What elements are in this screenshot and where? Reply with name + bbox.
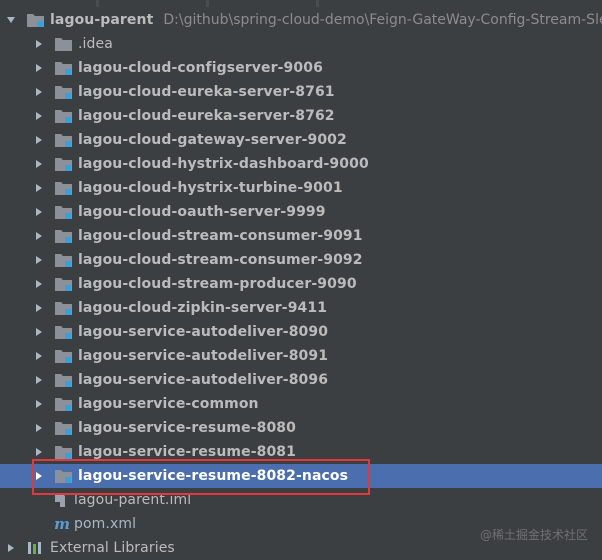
chevron-right-icon[interactable]: [4, 536, 18, 560]
chevron-right-icon[interactable]: [32, 392, 46, 416]
tree-row-label: lagou-service-resume-8081: [78, 444, 296, 460]
project-name: lagou-parent: [50, 12, 154, 28]
tree-row-label: lagou-cloud-oauth-server-9999: [78, 204, 326, 220]
chevron-right-icon[interactable]: [32, 464, 46, 488]
module-folder-icon: [54, 324, 74, 340]
module-folder-icon: [26, 12, 46, 28]
tree-row-label: lagou-service-autodeliver-8096: [78, 372, 329, 388]
module-folder-icon: [54, 204, 74, 220]
project-path: D:\github\spring-cloud-demo\Feign-GateWa…: [163, 12, 602, 28]
chevron-right-icon[interactable]: [32, 368, 46, 392]
chevron-right-icon[interactable]: [32, 176, 46, 200]
tree-row-label: lagou-service-common: [78, 396, 259, 412]
chevron-right-icon[interactable]: [32, 344, 46, 368]
chevron-right-icon[interactable]: [32, 320, 46, 344]
module-folder-icon: [54, 348, 74, 364]
libraries-icon: [26, 540, 46, 556]
iml-file-icon: [52, 492, 68, 508]
module-folder-icon: [54, 108, 74, 124]
chevron-right-icon[interactable]: [32, 416, 46, 440]
tree-row-label: lagou-cloud-gateway-server-9002: [78, 132, 347, 148]
tree-row[interactable]: lagou-service-common: [0, 392, 602, 416]
module-folder-icon: [54, 276, 74, 292]
tree-row[interactable]: lagou-cloud-gateway-server-9002: [0, 128, 602, 152]
module-folder-icon: [54, 300, 74, 316]
tree-row[interactable]: lagou-cloud-stream-consumer-9092: [0, 248, 602, 272]
tree-row[interactable]: lagou-cloud-stream-producer-9090: [0, 272, 602, 296]
tree-row-label: lagou-cloud-stream-producer-9090: [78, 276, 357, 292]
tree-row[interactable]: lagou-cloud-hystrix-dashboard-9000: [0, 152, 602, 176]
tree-row-label: lagou-cloud-configserver-9006: [78, 60, 323, 76]
tree-row-selected[interactable]: lagou-service-resume-8082-nacos: [0, 464, 602, 488]
tree-row-label: lagou-service-resume-8082-nacos: [78, 468, 349, 484]
pom-file-label: pom.xml: [74, 516, 137, 532]
module-folder-icon: [54, 444, 74, 460]
chevron-right-icon[interactable]: [32, 200, 46, 224]
chevron-right-icon[interactable]: [32, 80, 46, 104]
chevron-down-icon[interactable]: [4, 8, 18, 32]
maven-m-icon: m: [54, 515, 70, 533]
external-libraries-label: External Libraries: [50, 540, 175, 556]
tree-row-label: lagou-cloud-eureka-server-8761: [78, 84, 335, 100]
tree-row[interactable]: lagou-cloud-zipkin-server-9411: [0, 296, 602, 320]
tree-row-label: lagou-service-resume-8080: [78, 420, 296, 436]
tree-row[interactable]: lagou-cloud-hystrix-turbine-9001: [0, 176, 602, 200]
top-edge-segment: [96, 0, 99, 7]
tree-row[interactable]: lagou-service-autodeliver-8091: [0, 344, 602, 368]
chevron-right-icon[interactable]: [32, 128, 46, 152]
tree-row[interactable]: lagou-cloud-eureka-server-8762: [0, 104, 602, 128]
tree-root-row[interactable]: lagou-parent D:\github\spring-cloud-demo…: [0, 8, 602, 32]
tree-row-label: lagou-cloud-stream-consumer-9091: [78, 228, 363, 244]
tree-row-label: lagou-cloud-stream-consumer-9092: [78, 252, 363, 268]
top-edge: [0, 0, 602, 7]
tree-row-label: lagou-cloud-eureka-server-8762: [78, 108, 335, 124]
module-folder-icon: [54, 468, 74, 484]
chevron-right-icon[interactable]: [32, 248, 46, 272]
tree-row[interactable]: .idea: [0, 32, 602, 56]
tree-row[interactable]: lagou-cloud-oauth-server-9999: [0, 200, 602, 224]
chevron-right-icon[interactable]: [32, 104, 46, 128]
tree-row-label: lagou-cloud-hystrix-dashboard-9000: [78, 156, 369, 172]
tree-row-label: .idea: [78, 36, 113, 52]
module-folder-icon: [54, 228, 74, 244]
chevron-right-icon[interactable]: [32, 32, 46, 56]
module-folder-icon: [54, 132, 74, 148]
module-folder-icon: [54, 180, 74, 196]
iml-file-label: lagou-parent.iml: [74, 492, 192, 508]
tree-row[interactable]: lagou-cloud-eureka-server-8761: [0, 80, 602, 104]
tree-row-label: lagou-cloud-hystrix-turbine-9001: [78, 180, 343, 196]
chevron-right-icon[interactable]: [32, 56, 46, 80]
tree-row[interactable]: lagou-service-autodeliver-8096: [0, 368, 602, 392]
tree-row[interactable]: lagou-service-autodeliver-8090: [0, 320, 602, 344]
tree-row-label: lagou-service-autodeliver-8090: [78, 324, 329, 340]
module-folder-icon: [54, 252, 74, 268]
tree-row[interactable]: lagou-cloud-stream-consumer-9091: [0, 224, 602, 248]
top-edge-segment: [206, 0, 209, 7]
module-folder-icon: [54, 156, 74, 172]
chevron-right-icon[interactable]: [32, 224, 46, 248]
module-folder-icon: [54, 420, 74, 436]
module-folder-icon: [54, 84, 74, 100]
tree-row[interactable]: lagou-service-resume-8081: [0, 440, 602, 464]
top-edge-segment: [316, 0, 319, 7]
module-folder-icon: [54, 60, 74, 76]
chevron-right-icon[interactable]: [32, 296, 46, 320]
folder-icon: [54, 36, 74, 52]
tree-row[interactable]: lagou-service-resume-8080: [0, 416, 602, 440]
iml-file-row[interactable]: lagou-parent.iml: [0, 488, 602, 512]
chevron-right-icon[interactable]: [32, 152, 46, 176]
watermark: @稀土掘金技术社区: [479, 528, 588, 542]
tree-row[interactable]: lagou-cloud-configserver-9006: [0, 56, 602, 80]
module-folder-icon: [54, 396, 74, 412]
module-folder-icon: [54, 372, 74, 388]
chevron-right-icon[interactable]: [32, 440, 46, 464]
chevron-right-icon[interactable]: [32, 272, 46, 296]
tree-row-label: lagou-service-autodeliver-8091: [78, 348, 329, 364]
tree-row-label: lagou-cloud-zipkin-server-9411: [78, 300, 328, 316]
